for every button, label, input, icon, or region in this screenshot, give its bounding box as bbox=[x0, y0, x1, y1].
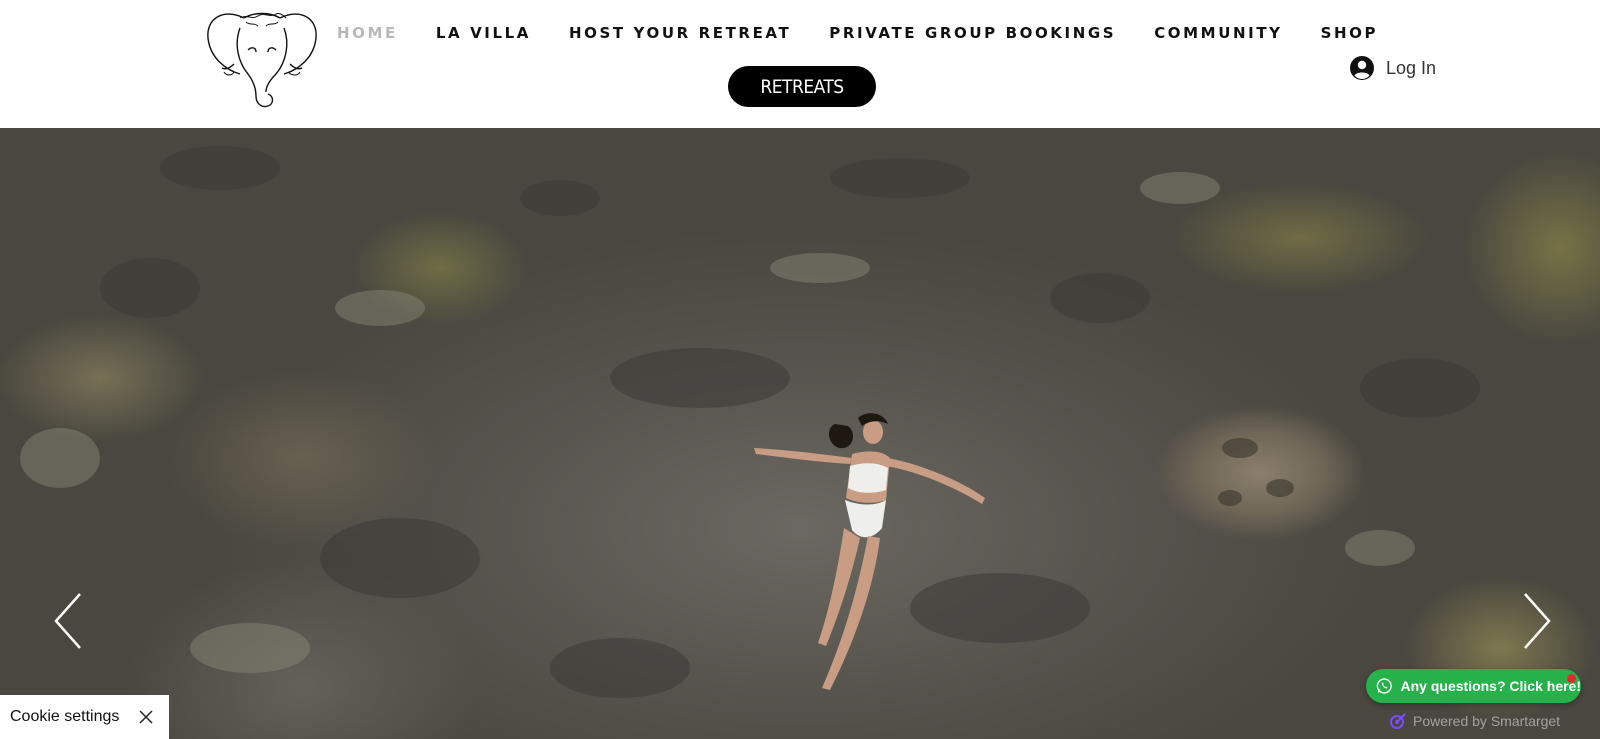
powered-by-link[interactable]: Powered by Smartarget bbox=[1389, 712, 1560, 730]
hero-background-image bbox=[20, 146, 1480, 698]
person-figure bbox=[754, 413, 985, 690]
whatsapp-chat-button[interactable]: Any questions? Click here! bbox=[1366, 669, 1581, 703]
whatsapp-icon bbox=[1376, 678, 1392, 694]
hero-slideshow bbox=[0, 128, 1600, 739]
chat-widget-label: Any questions? Click here! bbox=[1400, 678, 1581, 694]
nav-item-shop[interactable]: SHOP bbox=[1302, 20, 1398, 46]
cookie-settings-link[interactable]: Cookie settings bbox=[10, 708, 119, 726]
nav-item-home[interactable]: HOME bbox=[318, 20, 417, 46]
smartarget-icon bbox=[1390, 713, 1406, 729]
chevron-left-icon[interactable] bbox=[50, 590, 90, 652]
powered-by-label: Powered by Smartarget bbox=[1413, 713, 1561, 729]
site-header: HOME LA VILLA HOST YOUR RETREAT PRIVATE … bbox=[0, 0, 1600, 128]
nav-item-community[interactable]: COMMUNITY bbox=[1135, 20, 1301, 46]
nav-item-host-your-retreat[interactable]: HOST YOUR RETREAT bbox=[550, 20, 810, 46]
user-avatar-icon bbox=[1350, 56, 1374, 80]
notification-dot bbox=[1567, 674, 1576, 683]
retreats-button[interactable]: RETREATS bbox=[728, 66, 876, 107]
cookie-banner: Cookie settings bbox=[0, 695, 169, 739]
main-nav: HOME LA VILLA HOST YOUR RETREAT PRIVATE … bbox=[318, 20, 1397, 46]
nav-item-private-group-bookings[interactable]: PRIVATE GROUP BOOKINGS bbox=[810, 20, 1135, 46]
elephant-logo-icon[interactable] bbox=[204, 4, 320, 110]
chevron-right-icon[interactable] bbox=[1515, 590, 1555, 652]
login-label: Log In bbox=[1386, 57, 1437, 78]
nav-item-la-villa[interactable]: LA VILLA bbox=[417, 20, 550, 46]
login-button[interactable]: Log In bbox=[1350, 56, 1436, 80]
close-icon[interactable] bbox=[138, 709, 154, 725]
